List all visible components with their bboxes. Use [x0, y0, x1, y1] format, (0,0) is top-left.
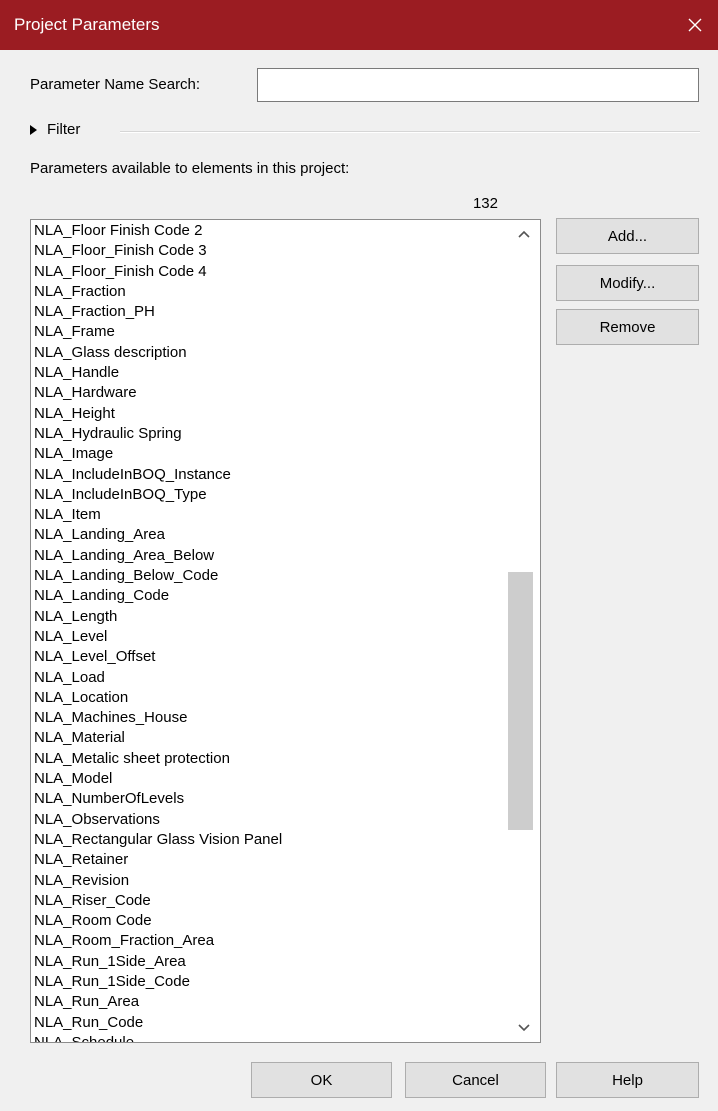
parameter-list-item[interactable]: NLA_Metalic sheet protection: [34, 749, 510, 769]
cancel-button[interactable]: Cancel: [405, 1062, 546, 1098]
close-button[interactable]: [672, 0, 718, 50]
parameter-list-item[interactable]: NLA_Height: [34, 404, 510, 424]
ok-button[interactable]: OK: [251, 1062, 392, 1098]
parameters-listbox[interactable]: NLA_Floor Finish Code 2 NLA_Floor_Finish …: [30, 219, 541, 1043]
parameter-list-item[interactable]: NLA_Room Code: [34, 911, 510, 931]
parameters-count: 132: [472, 195, 498, 212]
parameter-list-item[interactable]: NLA_IncludeInBOQ_Type: [34, 485, 510, 505]
parameter-list-item[interactable]: NLA_Room_Fraction_Area: [34, 931, 510, 951]
parameter-list-item[interactable]: NLA_Material: [34, 728, 510, 748]
parameter-list-item[interactable]: NLA_Load: [34, 668, 510, 688]
search-label: Parameter Name Search:: [30, 76, 201, 93]
parameter-list-item[interactable]: NLA_Landing_Below_Code: [34, 566, 510, 586]
scroll-thumb[interactable]: [508, 572, 533, 830]
parameter-list-item[interactable]: NLA_IncludeInBOQ_Instance: [34, 465, 510, 485]
parameter-list-item[interactable]: NLA_Floor_Finish Code 4: [34, 262, 510, 282]
parameter-list-item[interactable]: NLA_Riser_Code: [34, 891, 510, 911]
scroll-down-button[interactable]: [507, 1014, 540, 1042]
add-button[interactable]: Add...: [556, 218, 699, 254]
chevron-down-icon: [517, 1024, 530, 1032]
window-title: Project Parameters: [14, 15, 160, 34]
parameter-list-item[interactable]: NLA_Retainer: [34, 850, 510, 870]
parameter-list-item[interactable]: NLA_Schedule: [34, 1033, 510, 1042]
triangle-right-icon: [30, 124, 37, 135]
parameter-list-item[interactable]: NLA_Observations: [34, 810, 510, 830]
parameter-list-item[interactable]: NLA_Landing_Code: [34, 586, 510, 606]
parameter-list-item[interactable]: NLA_Glass description: [34, 343, 510, 363]
parameter-list-item[interactable]: NLA_Landing_Area_Below: [34, 546, 510, 566]
parameter-list-item[interactable]: NLA_Revision: [34, 871, 510, 891]
parameter-list-item[interactable]: NLA_Floor Finish Code 2: [34, 221, 510, 241]
help-button[interactable]: Help: [556, 1062, 699, 1098]
modify-button[interactable]: Modify...: [556, 265, 699, 301]
parameter-list-item[interactable]: NLA_NumberOfLevels: [34, 789, 510, 809]
parameter-list-item[interactable]: NLA_Level: [34, 627, 510, 647]
parameter-list-item[interactable]: NLA_Run_1Side_Area: [34, 952, 510, 972]
parameters-caption: Parameters available to elements in this…: [30, 160, 350, 177]
parameter-list-item[interactable]: NLA_Hydraulic Spring: [34, 424, 510, 444]
vertical-scrollbar[interactable]: [507, 220, 540, 1042]
parameter-list-item[interactable]: NLA_Image: [34, 444, 510, 464]
parameter-list-item[interactable]: NLA_Model: [34, 769, 510, 789]
parameter-list-item[interactable]: NLA_Location: [34, 688, 510, 708]
parameter-list-item[interactable]: NLA_Machines_House: [34, 708, 510, 728]
filter-expander[interactable]: Filter: [30, 121, 80, 138]
parameter-list-item[interactable]: NLA_Length: [34, 607, 510, 627]
parameter-list-item[interactable]: NLA_Run_Code: [34, 1013, 510, 1033]
scroll-up-button[interactable]: [507, 220, 540, 248]
parameter-list-item[interactable]: NLA_Run_Area: [34, 992, 510, 1012]
remove-button[interactable]: Remove: [556, 309, 699, 345]
parameter-list-item[interactable]: NLA_Fraction_PH: [34, 302, 510, 322]
chevron-up-icon: [517, 230, 530, 238]
parameters-list: NLA_Floor Finish Code 2 NLA_Floor_Finish …: [31, 220, 510, 1042]
parameter-list-item[interactable]: NLA_Floor_Finish Code 3: [34, 241, 510, 261]
parameter-list-item[interactable]: NLA_Fraction: [34, 282, 510, 302]
parameter-list-item[interactable]: NLA_Handle: [34, 363, 510, 383]
search-input[interactable]: [257, 68, 699, 102]
parameter-list-item[interactable]: NLA_Item: [34, 505, 510, 525]
filter-label: Filter: [47, 121, 81, 138]
parameter-list-item[interactable]: NLA_Rectangular Glass Vision Panel: [34, 830, 510, 850]
parameter-list-item[interactable]: NLA_Landing_Area: [34, 525, 510, 545]
parameter-list-item[interactable]: NLA_Run_1Side_Code: [34, 972, 510, 992]
parameter-list-item[interactable]: NLA_Frame: [34, 322, 510, 342]
parameter-list-item[interactable]: NLA_Hardware: [34, 383, 510, 403]
close-icon: [688, 18, 702, 32]
filter-divider: [120, 131, 700, 133]
parameter-list-item[interactable]: NLA_Level_Offset: [34, 647, 510, 667]
title-bar: Project Parameters: [0, 0, 718, 50]
